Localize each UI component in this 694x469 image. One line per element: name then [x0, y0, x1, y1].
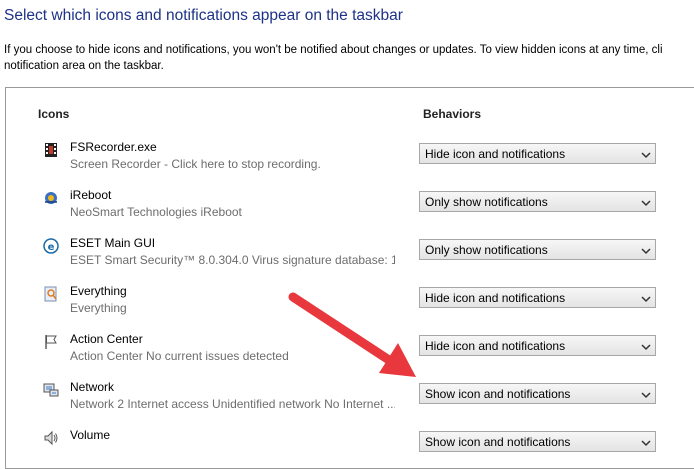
- chevron-down-icon: [641, 389, 651, 399]
- chevron-down-icon: [641, 293, 651, 303]
- dropdown-value: Only show notifications: [425, 243, 548, 257]
- item-description: ESET Smart Security™ 8.0.304.0 Virus sig…: [70, 253, 395, 267]
- item-description: Network 2 Internet access Unidentified n…: [70, 397, 395, 411]
- chevron-down-icon: [641, 341, 651, 351]
- icons-column-header: Icons: [38, 107, 70, 121]
- film-icon: [43, 142, 59, 158]
- description-line-2: notification area on the taskbar.: [4, 60, 164, 72]
- icons-list-panel: Icons Behaviors FSRecorder.exe Screen Re…: [5, 87, 694, 469]
- item-name: Network: [70, 380, 115, 394]
- item-description: Everything: [70, 301, 127, 315]
- behavior-dropdown[interactable]: Only show notifications: [419, 191, 656, 212]
- chevron-down-icon: [641, 437, 651, 447]
- behavior-dropdown[interactable]: Show icon and notifications: [419, 383, 656, 404]
- behavior-dropdown[interactable]: Hide icon and notifications: [419, 335, 656, 356]
- item-name: FSRecorder.exe: [70, 140, 157, 154]
- speaker-icon: [43, 430, 59, 446]
- behavior-dropdown[interactable]: Hide icon and notifications: [419, 287, 656, 308]
- dropdown-value: Hide icon and notifications: [425, 291, 566, 305]
- flag-icon: [43, 334, 59, 350]
- description: If you choose to hide icons and notifica…: [4, 42, 694, 74]
- dropdown-value: Show icon and notifications: [425, 435, 571, 449]
- chevron-down-icon: [641, 245, 651, 255]
- dropdown-value: Show icon and notifications: [425, 387, 571, 401]
- svg-text:e: e: [48, 242, 55, 253]
- page-title: Select which icons and notifications app…: [4, 7, 403, 24]
- list-item-ireboot: iReboot NeoSmart Technologies iReboot On…: [6, 184, 694, 232]
- network-icon: [43, 382, 59, 398]
- dropdown-value: Hide icon and notifications: [425, 147, 566, 161]
- dropdown-value: Hide icon and notifications: [425, 339, 566, 353]
- list-item-everything: Everything Everything Hide icon and noti…: [6, 280, 694, 328]
- item-description: Screen Recorder - Click here to stop rec…: [70, 157, 321, 171]
- item-description: NeoSmart Technologies iReboot: [70, 205, 242, 219]
- behavior-dropdown[interactable]: Hide icon and notifications: [419, 143, 656, 164]
- behaviors-column-header: Behaviors: [423, 107, 482, 121]
- item-name: Action Center: [70, 332, 143, 346]
- list-item-network: Network Network 2 Internet access Uniden…: [6, 376, 694, 424]
- item-name: ESET Main GUI: [70, 236, 156, 250]
- list-item-volume: Volume Show icon and notifications: [6, 424, 694, 468]
- chevron-down-icon: [641, 197, 651, 207]
- eset-icon: e: [43, 238, 59, 254]
- description-line-1: If you choose to hide icons and notifica…: [4, 44, 663, 56]
- list-item-action-center: Action Center Action Center No current i…: [6, 328, 694, 376]
- item-name: Volume: [70, 428, 111, 442]
- behavior-dropdown[interactable]: Only show notifications: [419, 239, 656, 260]
- list-item-fsrecorder: FSRecorder.exe Screen Recorder - Click h…: [6, 136, 694, 184]
- search-icon: [43, 286, 59, 302]
- item-description: Action Center No current issues detected: [70, 349, 289, 363]
- behavior-dropdown[interactable]: Show icon and notifications: [419, 431, 656, 452]
- item-name: iReboot: [70, 188, 112, 202]
- item-name: Everything: [70, 284, 127, 298]
- ireboot-icon: [43, 190, 59, 206]
- chevron-down-icon: [641, 149, 651, 159]
- list-item-eset: e ESET Main GUI ESET Smart Security™ 8.0…: [6, 232, 694, 280]
- dropdown-value: Only show notifications: [425, 195, 548, 209]
